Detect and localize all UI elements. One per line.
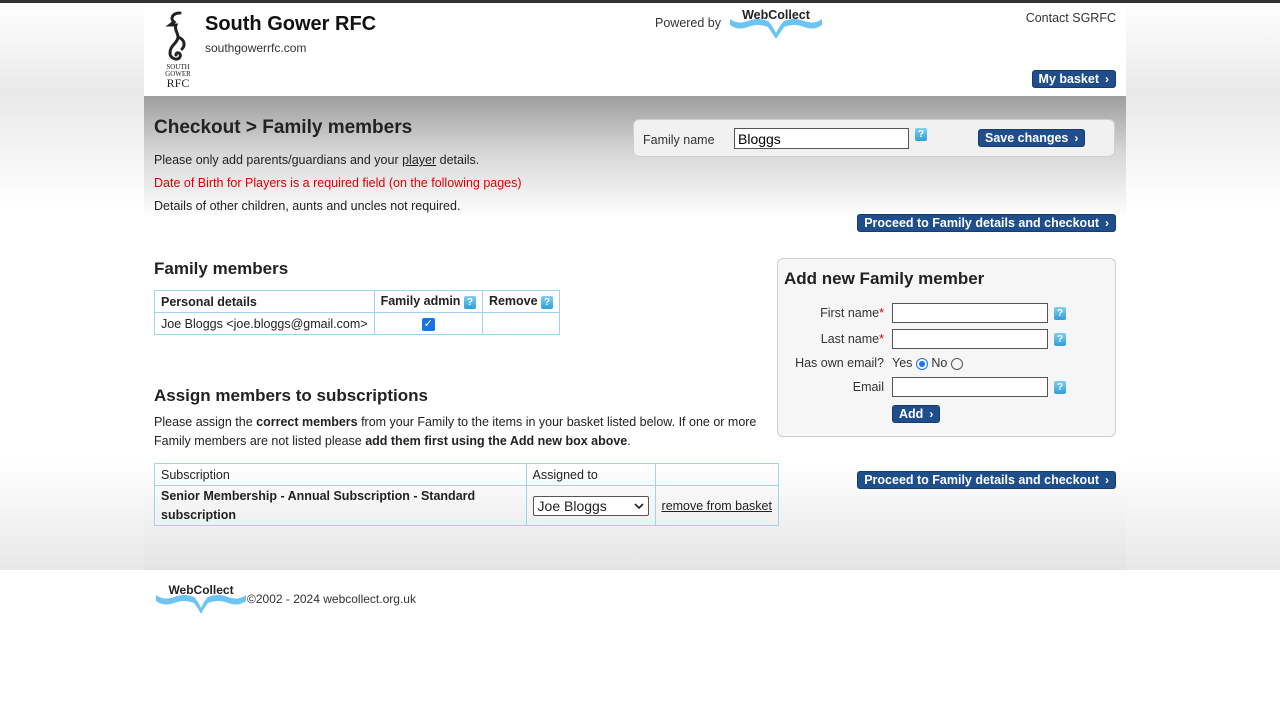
no-label: No bbox=[931, 356, 948, 370]
family-name-panel: Family name ? Save changes › bbox=[633, 119, 1115, 157]
add-label: Add bbox=[899, 407, 924, 421]
header-assigned-to: Assigned to bbox=[525, 463, 656, 486]
table-header-row: Personal details Family admin ? Remove ? bbox=[154, 290, 561, 313]
table-row: Joe Bloggs <joe.bloggs@gmail.com> ✓ bbox=[154, 312, 561, 335]
assign-text: Please assign the bbox=[154, 415, 257, 429]
remove-cell bbox=[481, 312, 561, 335]
assigned-to-select[interactable]: Joe Bloggs bbox=[532, 495, 649, 516]
help-icon[interactable]: ? bbox=[463, 296, 476, 309]
add-member-heading: Add new Family member bbox=[784, 269, 985, 288]
club-name: South Gower RFC bbox=[205, 13, 377, 35]
proceed-checkout-button[interactable]: Proceed to Family details and checkout › bbox=[857, 214, 1116, 232]
family-members-table: Personal details Family admin ? Remove ?… bbox=[154, 290, 561, 335]
instruction-others: Details of other children, aunts and unc… bbox=[154, 199, 461, 213]
yes-label: Yes bbox=[892, 356, 913, 370]
family-members-heading: Family members bbox=[154, 259, 289, 278]
remove-from-basket-link[interactable]: remove from basket bbox=[662, 499, 772, 513]
instruction-text: Please only add parents/guardians and yo… bbox=[154, 153, 403, 167]
chevron-right-icon: › bbox=[1105, 216, 1109, 230]
family-name-label: Family name bbox=[643, 133, 715, 147]
svg-text:WebCollect: WebCollect bbox=[168, 583, 233, 597]
chevron-right-icon: › bbox=[1105, 473, 1109, 487]
help-icon[interactable]: ? bbox=[541, 296, 554, 309]
save-changes-label: Save changes bbox=[985, 131, 1069, 145]
contact-link[interactable]: Contact SGRFC bbox=[1026, 11, 1116, 25]
help-icon[interactable]: ? bbox=[1054, 333, 1066, 346]
has-email-label: Has own email? bbox=[795, 356, 884, 370]
family-name-input[interactable] bbox=[734, 128, 909, 149]
assign-text-bold: add them first using the Add new box abo… bbox=[365, 434, 628, 448]
assign-heading: Assign members to subscriptions bbox=[154, 386, 428, 405]
header-subscription: Subscription bbox=[154, 463, 527, 486]
help-icon[interactable]: ? bbox=[1054, 381, 1066, 394]
instruction-text-end: details. bbox=[436, 153, 480, 167]
help-icon[interactable]: ? bbox=[915, 128, 927, 141]
footer-webcollect-logo[interactable]: WebCollect bbox=[154, 581, 248, 618]
assign-text-bold: correct members bbox=[256, 415, 358, 429]
svg-text:WebCollect: WebCollect bbox=[742, 8, 811, 22]
help-icon[interactable]: ? bbox=[1054, 307, 1066, 320]
player-link[interactable]: player bbox=[402, 153, 436, 167]
webcollect-logo-icon: WebCollect bbox=[156, 583, 246, 614]
member-details: Joe Bloggs <joe.bloggs@gmail.com> bbox=[154, 312, 375, 335]
chevron-right-icon: › bbox=[1074, 131, 1079, 145]
family-admin-cell: ✓ bbox=[373, 312, 483, 335]
svg-text:RFC: RFC bbox=[167, 76, 190, 89]
last-name-input[interactable] bbox=[892, 329, 1048, 349]
my-basket-label: My basket bbox=[1038, 72, 1099, 86]
dob-required-warning: Date of Birth for Players is a required … bbox=[154, 176, 522, 190]
family-admin-checkbox[interactable]: ✓ bbox=[421, 318, 435, 331]
powered-by-label: Powered by bbox=[655, 16, 722, 30]
copyright: ©2002 - 2024 webcollect.org.uk bbox=[247, 592, 416, 606]
remove-cell: remove from basket bbox=[654, 485, 780, 526]
table-row: Senior Membership - Annual Subscription … bbox=[154, 485, 780, 526]
add-member-panel: Add new Family member First name* ? Last… bbox=[777, 258, 1116, 437]
webcollect-logo-icon: WebCollect bbox=[730, 8, 822, 39]
first-name-label: First name* bbox=[820, 306, 884, 320]
assigned-cell: Joe Bloggs bbox=[525, 485, 656, 526]
assigned-to-value: Joe Bloggs bbox=[537, 497, 607, 514]
subscriptions-table: Subscription Assigned to Senior Membersh… bbox=[154, 463, 780, 526]
first-name-input[interactable] bbox=[892, 303, 1048, 323]
header-family-admin: Family admin ? bbox=[373, 290, 483, 313]
proceed-label: Proceed to Family details and checkout bbox=[864, 473, 1099, 487]
instruction-parents: Please only add parents/guardians and yo… bbox=[154, 153, 479, 167]
header-personal-details: Personal details bbox=[154, 290, 375, 313]
chevron-right-icon: › bbox=[929, 407, 934, 421]
email-label: Email bbox=[852, 380, 884, 394]
subscription-name: Senior Membership - Annual Subscription … bbox=[154, 485, 527, 526]
email-input[interactable] bbox=[892, 377, 1048, 397]
seahorse-logo-icon: SOUTH GOWER RFC bbox=[165, 11, 191, 89]
club-logo[interactable]: SOUTH GOWER RFC bbox=[158, 9, 198, 89]
club-url: southgowerrfc.com bbox=[205, 41, 307, 55]
my-basket-button[interactable]: My basket › bbox=[1031, 70, 1116, 88]
assign-instructions: Please assign the correct members from y… bbox=[154, 413, 764, 451]
page-title: Checkout > Family members bbox=[154, 117, 413, 138]
chevron-right-icon: › bbox=[1105, 72, 1109, 86]
proceed-checkout-button-bottom[interactable]: Proceed to Family details and checkout › bbox=[857, 471, 1116, 489]
header-remove: Remove ? bbox=[481, 290, 561, 313]
webcollect-logo[interactable]: WebCollect bbox=[728, 5, 824, 44]
page-container: SOUTH GOWER RFC South Gower RFC southgow… bbox=[144, 3, 1126, 570]
yes-radio[interactable] bbox=[915, 357, 928, 370]
save-changes-button[interactable]: Save changes › bbox=[978, 129, 1086, 147]
dropdown-arrow-icon bbox=[633, 502, 644, 509]
no-radio[interactable] bbox=[950, 357, 963, 370]
table-header-row: Subscription Assigned to bbox=[154, 463, 780, 486]
has-email-options: Yes No bbox=[892, 356, 963, 370]
proceed-label: Proceed to Family details and checkout bbox=[864, 216, 1099, 230]
header-actions bbox=[654, 463, 780, 486]
assign-text: . bbox=[627, 434, 631, 448]
last-name-label: Last name* bbox=[820, 332, 884, 346]
add-button[interactable]: Add › bbox=[892, 405, 941, 423]
